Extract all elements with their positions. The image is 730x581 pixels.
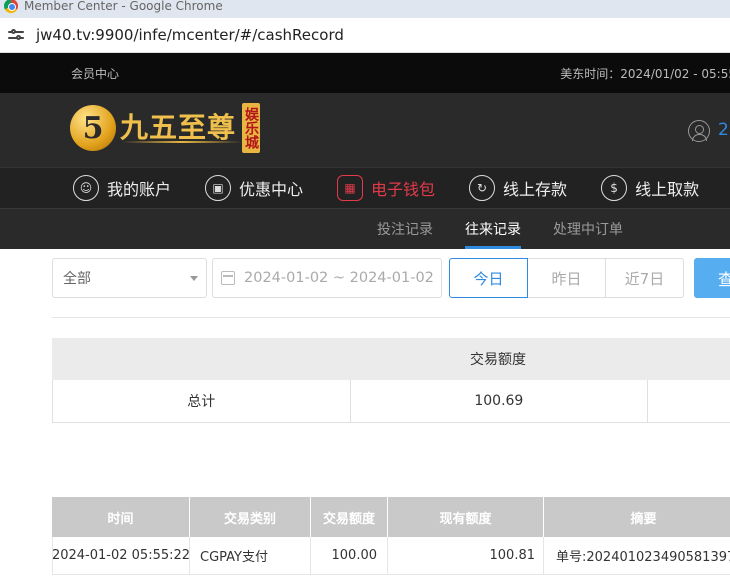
quick-range-group: 今日 昨日 近7日 — [449, 258, 684, 298]
summary-total-label: 总计 — [53, 380, 351, 422]
sub-nav: 投注记录 往来记录 处理中订单 — [0, 209, 730, 249]
search-button[interactable]: 查 — [694, 258, 730, 298]
site-settings-icon[interactable] — [8, 27, 24, 43]
logo-ornament — [122, 141, 242, 143]
chrome-icon — [4, 0, 18, 13]
member-center-label[interactable]: 会员中心 — [71, 65, 119, 82]
summary-header-label: 交易额度 — [470, 352, 526, 368]
summary-row: 总计 100.69 — [52, 380, 730, 423]
user-icon: ☺ — [73, 175, 99, 201]
summary-total-value: 100.69 — [351, 380, 649, 422]
cell-category: CGPAY支付 — [190, 537, 311, 574]
chevron-down-icon — [190, 275, 198, 281]
user-number[interactable]: 2 — [718, 120, 729, 140]
nav-label: 线上存款 — [503, 180, 568, 199]
eastern-time: 美东时间：2024/01/02 - 05:55 — [560, 66, 730, 81]
nav-label: 优惠中心 — [239, 180, 304, 199]
calendar-icon — [221, 271, 235, 285]
url-text[interactable]: jw40.tv:9900/infe/mcenter/#/cashRecord — [36, 26, 344, 44]
nav-my-account[interactable]: ☺ 我的账户 — [73, 175, 171, 201]
logo-badge: 娱乐城 — [242, 103, 261, 153]
summary-header: 交易额度 — [52, 338, 730, 380]
nav-label: 线上取款 — [635, 180, 700, 199]
nav-promotions[interactable]: ▣ 优惠中心 — [205, 175, 303, 201]
summary-table: 交易额度 总计 100.69 — [52, 338, 730, 423]
range-yesterday-button[interactable]: 昨日 — [527, 258, 606, 298]
nav-e-wallet[interactable]: ▦ 电子钱包 — [337, 175, 435, 201]
site-header: 5 九五至尊 娱乐城 2 — [0, 93, 730, 167]
date-range-value: 2024-01-02 ~ 2024-01-02 — [244, 270, 434, 286]
range-7days-button[interactable]: 近7日 — [605, 258, 684, 298]
top-strip: 会员中心 美东时间：2024/01/02 - 05:55 — [0, 53, 730, 93]
col-category: 交易类别 — [190, 497, 311, 537]
logo-text: 九五至尊 — [120, 111, 237, 144]
records-header: 时间 交易类别 交易额度 现有额度 摘要 — [52, 497, 730, 537]
table-row: 2024-01-02 05:55:22 CGPAY支付 100.00 100.8… — [52, 537, 730, 575]
type-select[interactable]: 全部 — [52, 258, 207, 298]
divider — [52, 317, 730, 318]
main-nav: ☺ 我的账户 ▣ 优惠中心 ▦ 电子钱包 ↻ 线上存款 $ 线上取款 ¥ — [0, 167, 730, 209]
nav-label: 电子钱包 — [371, 180, 436, 199]
nav-online-deposit[interactable]: ↻ 线上存款 — [469, 175, 567, 201]
window-title: Member Center - Google Chrome — [24, 0, 223, 13]
user-avatar-icon[interactable] — [688, 120, 710, 142]
tab-pending-orders[interactable]: 处理中订单 — [553, 219, 623, 249]
nav-online-withdraw[interactable]: $ 线上取款 — [601, 175, 699, 201]
wallet-icon: ▦ — [337, 175, 364, 201]
records-table: 时间 交易类别 交易额度 现有额度 摘要 2024-01-02 05:55:22… — [52, 497, 730, 575]
deposit-icon: ↻ — [469, 175, 496, 201]
nav-label: 我的账户 — [107, 180, 172, 199]
col-time: 时间 — [52, 497, 190, 537]
type-select-value: 全部 — [63, 271, 91, 287]
tab-bet-records[interactable]: 投注记录 — [377, 219, 433, 249]
tab-cash-records[interactable]: 往来记录 — [465, 219, 521, 249]
col-balance: 现有额度 — [388, 497, 544, 537]
range-today-button[interactable]: 今日 — [449, 258, 528, 298]
cell-balance: 100.81 — [388, 537, 544, 574]
gift-icon: ▣ — [205, 175, 232, 201]
cell-amount: 100.00 — [311, 537, 388, 574]
date-range-input[interactable]: 2024-01-02 ~ 2024-01-02 — [212, 258, 442, 298]
cell-summary: 单号:202401023490581397 — [544, 537, 730, 574]
summary-empty-cell — [648, 380, 730, 422]
window-titlebar: Member Center - Google Chrome — [0, 0, 730, 18]
address-bar[interactable]: jw40.tv:9900/infe/mcenter/#/cashRecord — [0, 18, 730, 53]
cell-time: 2024-01-02 05:55:22 — [52, 537, 190, 574]
site-logo[interactable]: 5 九五至尊 娱乐城 — [70, 103, 261, 153]
withdraw-icon: $ — [601, 175, 628, 201]
col-summary: 摘要 — [544, 497, 730, 537]
logo-mark: 5 — [70, 105, 116, 151]
col-amount: 交易额度 — [311, 497, 388, 537]
filter-bar: 全部 2024-01-02 ~ 2024-01-02 今日 昨日 近7日 查 — [52, 258, 730, 298]
